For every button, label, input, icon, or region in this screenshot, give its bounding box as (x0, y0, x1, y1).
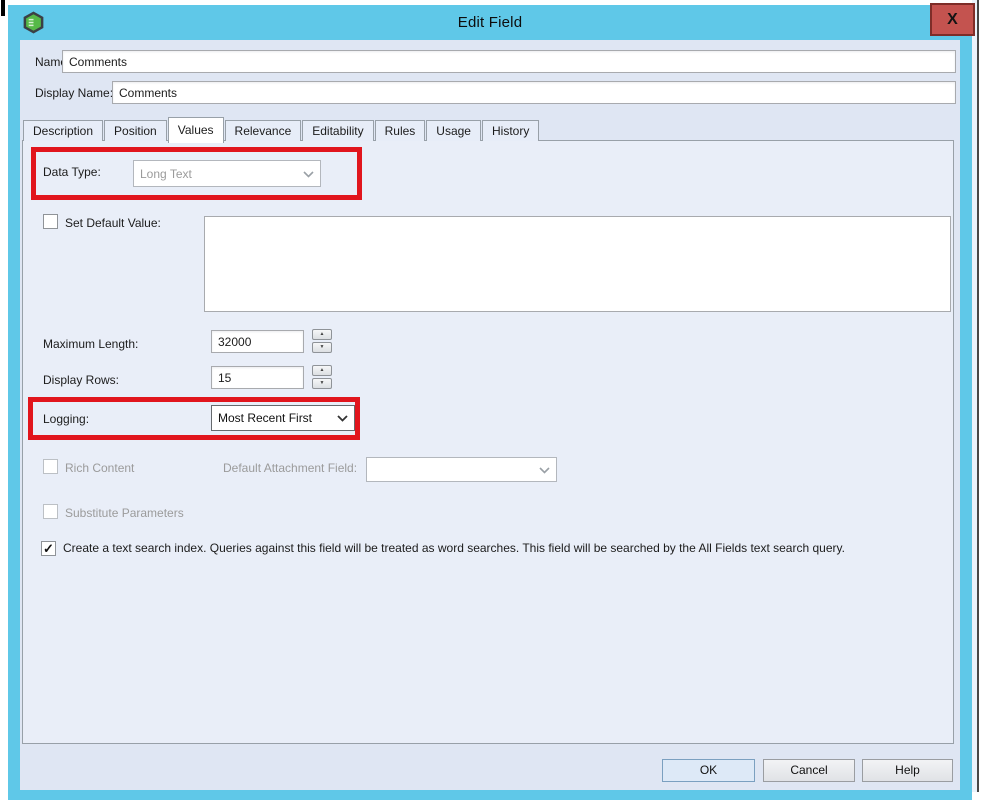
rich-content-checkbox (43, 459, 58, 474)
check-icon: ✓ (43, 541, 54, 556)
spin-up-icon[interactable]: ▲ (312, 329, 332, 340)
create-search-index-label: Create a text search index. Queries agai… (63, 540, 935, 557)
create-search-index-checkbox[interactable]: ✓ (41, 541, 56, 556)
data-type-label: Data Type: (43, 165, 101, 179)
logging-dropdown[interactable]: Most Recent First (211, 405, 355, 431)
display-rows-input[interactable] (211, 366, 304, 389)
spin-up-icon[interactable]: ▲ (312, 365, 332, 376)
tab-description[interactable]: Description (23, 120, 103, 141)
ok-button[interactable]: OK (662, 759, 755, 782)
close-button[interactable]: X (930, 3, 975, 36)
display-name-label: Display Name: (35, 86, 113, 100)
substitute-parameters-checkbox (43, 504, 58, 519)
tab-relevance[interactable]: Relevance (225, 120, 302, 141)
tab-editability[interactable]: Editability (302, 120, 373, 141)
spin-down-icon[interactable]: ▼ (312, 378, 332, 389)
data-type-dropdown[interactable]: Long Text (133, 160, 321, 187)
help-button[interactable]: Help (862, 759, 953, 782)
tab-position[interactable]: Position (104, 120, 167, 141)
maximum-length-label: Maximum Length: (43, 337, 138, 351)
logging-value: Most Recent First (218, 411, 333, 425)
data-type-value: Long Text (140, 167, 299, 181)
display-name-input[interactable] (112, 81, 956, 104)
name-input[interactable] (62, 50, 956, 73)
display-rows-stepper: ▲ ▼ (312, 365, 332, 389)
values-tab-panel: Data Type: Long Text Set Default Value: … (22, 140, 954, 744)
chevron-down-icon (337, 411, 348, 425)
edit-field-dialog: Edit Field Name: Display Name: Descripti… (8, 5, 972, 800)
maximum-length-stepper: ▲ ▼ (312, 329, 332, 353)
dialog-title: Edit Field (8, 5, 972, 40)
background-window-fragment (1, 0, 5, 16)
tab-rules[interactable]: Rules (375, 120, 426, 141)
default-attachment-field-dropdown (366, 457, 557, 482)
set-default-value-checkbox[interactable] (43, 214, 58, 229)
logging-label: Logging: (43, 412, 89, 426)
maximum-length-input[interactable] (211, 330, 304, 353)
default-value-textarea[interactable] (204, 216, 951, 312)
tab-bar: Description Position Values Relevance Ed… (23, 117, 540, 141)
background-window-edge (977, 0, 979, 792)
display-rows-label: Display Rows: (43, 373, 119, 387)
tab-usage[interactable]: Usage (426, 120, 481, 141)
substitute-parameters-label: Substitute Parameters (65, 506, 184, 520)
default-attachment-field-label: Default Attachment Field: (223, 461, 357, 475)
dialog-titlebar[interactable]: Edit Field (8, 5, 972, 40)
tab-history[interactable]: History (482, 120, 539, 141)
tab-values[interactable]: Values (168, 117, 224, 143)
rich-content-label: Rich Content (65, 461, 134, 475)
screen: Edit Field Name: Display Name: Descripti… (0, 0, 982, 805)
set-default-value-label: Set Default Value: (65, 216, 161, 230)
chevron-down-icon (539, 463, 550, 477)
dialog-body: Name: Display Name: Description Position… (20, 40, 960, 790)
spin-down-icon[interactable]: ▼ (312, 342, 332, 353)
chevron-down-icon (303, 167, 314, 181)
cancel-button[interactable]: Cancel (763, 759, 855, 782)
